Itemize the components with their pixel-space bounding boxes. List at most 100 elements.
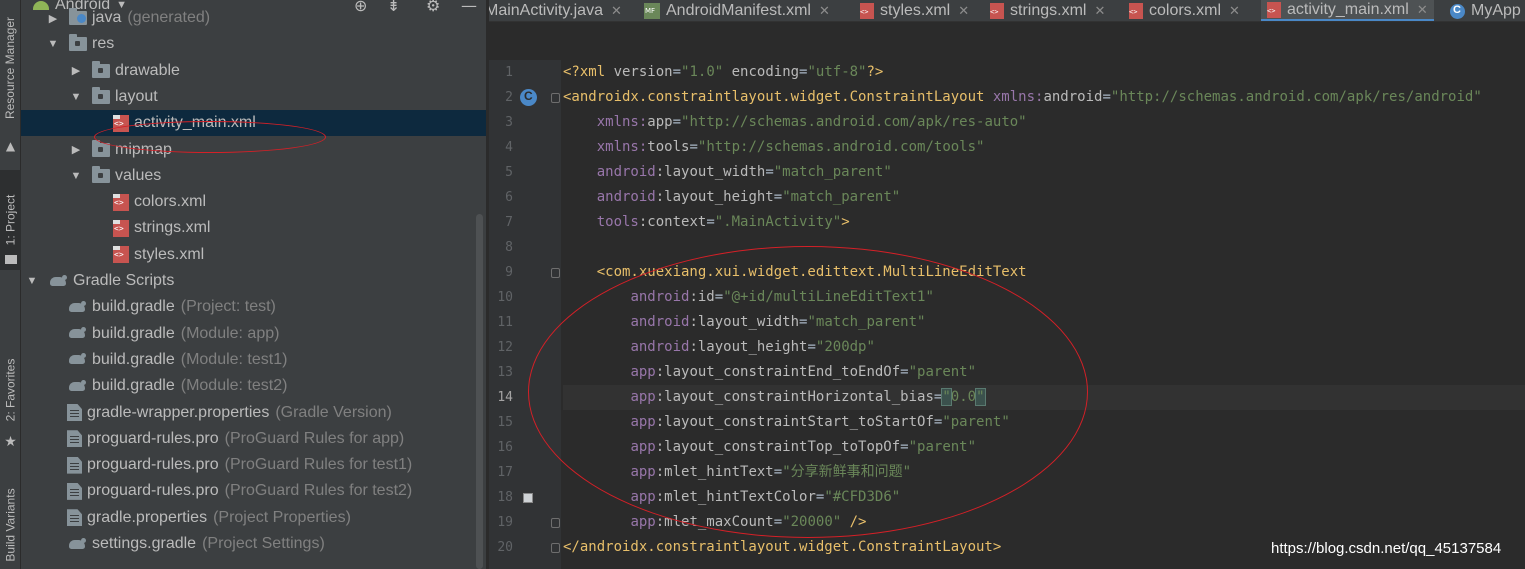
- code-token: :layout_height: [655, 189, 774, 205]
- editor-tab-label: styles.xml: [880, 2, 951, 19]
- tree-item[interactable]: activity_main.xml: [21, 110, 486, 137]
- build-variants-tab[interactable]: Build Variants: [0, 480, 21, 569]
- code-line: </androidx.constraintlayout.widget.Const…: [563, 535, 1001, 560]
- tree-item-label: colors.xml: [134, 193, 207, 211]
- line-number: 15: [497, 415, 513, 430]
- chevron-down-icon[interactable]: ▼: [46, 38, 60, 50]
- chevron-down-icon[interactable]: ▼: [25, 275, 39, 287]
- tree-item[interactable]: proguard-rules.pro (ProGuard Rules for ap…: [21, 426, 486, 452]
- code-token: "#CFD3D6": [824, 489, 901, 505]
- tree-item[interactable]: gradle.properties (Project Properties): [21, 505, 486, 531]
- tree-item-label: java: [92, 9, 122, 26]
- chevron-down-icon[interactable]: ▼: [69, 170, 83, 182]
- tree-item-hint: (Module: app): [180, 324, 280, 342]
- tree-item[interactable]: ▶ drawable: [21, 58, 486, 84]
- project-panel-scrollbar[interactable]: [476, 214, 483, 569]
- close-icon[interactable]: ✕: [958, 3, 969, 19]
- tree-item[interactable]: build.gradle (Project: test): [21, 294, 486, 320]
- fold-marker-icon[interactable]: [551, 543, 560, 553]
- code-token: ": [941, 388, 952, 406]
- chevron-right-icon[interactable]: ▶: [46, 12, 60, 25]
- xml-icon: [860, 3, 874, 19]
- tree-item[interactable]: ▶ mipmap: [21, 137, 486, 163]
- code-editor: MainActivity.java✕AndroidManifest.xml✕st…: [489, 0, 1525, 569]
- close-icon[interactable]: ✕: [1417, 2, 1428, 18]
- tree-item-hint: (Project: test): [180, 298, 276, 316]
- gradle-icon: [67, 537, 87, 551]
- tree-item[interactable]: build.gradle (Module: app): [21, 321, 486, 347]
- code-token: app: [630, 389, 656, 405]
- fold-marker-icon[interactable]: [551, 268, 560, 278]
- code-token: =: [773, 189, 783, 205]
- editor-tab[interactable]: styles.xml ✕: [854, 0, 975, 21]
- resource-manager-tab[interactable]: Resource Manager: [0, 0, 21, 135]
- tree-item[interactable]: ▼ Gradle Scripts: [21, 268, 486, 294]
- tree-item[interactable]: ▶ java (generated): [21, 5, 486, 31]
- color-swatch-icon[interactable]: [523, 493, 533, 503]
- tree-item[interactable]: strings.xml: [21, 215, 486, 241]
- tree-item[interactable]: ▼ layout: [21, 84, 486, 110]
- close-icon[interactable]: ✕: [1229, 3, 1240, 19]
- tree-item-label: res: [92, 35, 115, 53]
- code-token: version: [613, 64, 673, 80]
- fold-marker-icon[interactable]: [551, 93, 560, 103]
- tree-item[interactable]: proguard-rules.pro (ProGuard Rules for te…: [21, 478, 486, 504]
- editor-tab[interactable]: MyApp: [1444, 0, 1525, 21]
- fold-marker-icon[interactable]: [551, 518, 560, 528]
- favorites-tab[interactable]: 2: Favorites: [0, 345, 21, 435]
- editor-tab-label: MyApp: [1471, 2, 1521, 19]
- watermark-text: https://blog.csdn.net/qq_45137584: [1271, 540, 1502, 557]
- chevron-down-icon[interactable]: ▼: [69, 91, 83, 103]
- editor-tab[interactable]: AndroidManifest.xml ✕: [638, 0, 836, 21]
- class-icon[interactable]: [520, 89, 537, 106]
- tree-item[interactable]: ▼ res: [21, 31, 486, 57]
- code-token: xmlns:: [992, 89, 1044, 105]
- close-icon[interactable]: ✕: [819, 3, 830, 19]
- code-token: "分享新鲜事和问题": [782, 464, 912, 480]
- tree-item[interactable]: colors.xml: [21, 189, 486, 215]
- editor-tab[interactable]: activity_main.xml ✕: [1261, 0, 1434, 21]
- line-number: 1: [505, 65, 513, 80]
- code-area[interactable]: <?xml version="1.0" encoding="utf-8"?> <a…: [561, 60, 1525, 569]
- tree-item[interactable]: gradle-wrapper.properties (Gradle Version…: [21, 400, 486, 426]
- code-token: </androidx.constraintlayout.widget.Const…: [563, 539, 1002, 555]
- editor-tab[interactable]: strings.xml ✕: [984, 0, 1111, 21]
- code-token: =: [900, 439, 909, 455]
- code-token: :mlet_hintText: [655, 464, 774, 480]
- code-line: <?xml version="1.0" encoding="utf-8"?>: [563, 60, 883, 85]
- chevron-right-icon[interactable]: ▶: [69, 143, 83, 156]
- tree-item[interactable]: build.gradle (Module: test1): [21, 347, 486, 373]
- tree-item-label: gradle-wrapper.properties: [87, 403, 270, 421]
- tree-item-label: values: [115, 166, 162, 184]
- close-icon[interactable]: ✕: [611, 3, 622, 19]
- line-number: 12: [497, 340, 513, 355]
- tree-item-hint: (Gradle Version): [275, 403, 392, 421]
- code-token: =: [672, 64, 682, 80]
- chevron-right-icon[interactable]: ▶: [69, 64, 83, 77]
- tree-item[interactable]: styles.xml: [21, 242, 486, 268]
- tree-item-hint: (Module: test1): [180, 350, 288, 368]
- code-line: android:id="@+id/multiLineEditText1": [563, 285, 933, 310]
- line-number: 14: [497, 390, 513, 405]
- close-icon[interactable]: ✕: [1094, 3, 1105, 19]
- code-token: android: [1043, 89, 1103, 105]
- tree-item[interactable]: build.gradle (Module: test2): [21, 373, 486, 399]
- tree-item[interactable]: ▼ values: [21, 163, 486, 189]
- tree-item[interactable]: proguard-rules.pro (ProGuard Rules for te…: [21, 452, 486, 478]
- code-line: android:layout_height="match_parent": [563, 185, 900, 210]
- code-token: android: [630, 339, 690, 355]
- code-token: encoding: [723, 64, 800, 80]
- folder-icon: [92, 139, 110, 157]
- editor-tab[interactable]: colors.xml ✕: [1123, 0, 1246, 21]
- code-token: :id: [689, 289, 715, 305]
- editor-tab-label: MainActivity.java: [489, 2, 603, 19]
- tree-item[interactable]: settings.gradle (Project Settings): [21, 531, 486, 557]
- tree-item-hint: (Project Settings): [202, 535, 325, 552]
- editor-tab[interactable]: MainActivity.java ✕: [489, 0, 628, 21]
- code-token: =: [773, 514, 783, 530]
- code-token: =: [706, 214, 715, 230]
- file-icon: [67, 509, 82, 527]
